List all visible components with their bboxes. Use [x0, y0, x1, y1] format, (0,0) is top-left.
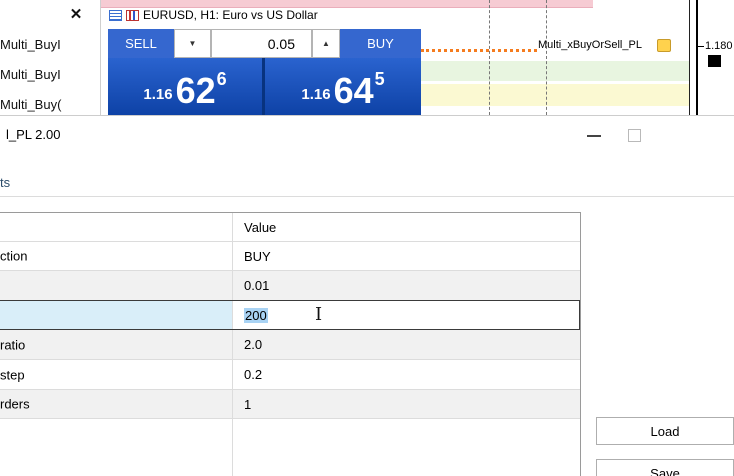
- value-edit-field[interactable]: 200 I: [232, 301, 579, 329]
- list-item[interactable]: Multi_Buy(: [0, 97, 61, 112]
- column-divider: [232, 419, 233, 476]
- row-label-cell[interactable]: ction: [0, 242, 232, 270]
- text-cursor-ibeam: I: [315, 304, 323, 325]
- minimize-button[interactable]: [583, 124, 605, 142]
- save-button[interactable]: Save: [596, 459, 734, 476]
- header-variable-cell: [0, 213, 232, 241]
- list-item[interactable]: Multi_BuyI: [0, 37, 61, 52]
- buy-price-prefix: 1.16: [301, 86, 331, 103]
- table-row: step 0.2: [0, 360, 580, 390]
- selected-text: 200: [244, 307, 268, 323]
- chart-band-yellow: [421, 84, 689, 106]
- close-icon[interactable]: ✕: [58, 1, 94, 26]
- level-line-label: Multi_xBuyOrSell_PL: [538, 39, 642, 51]
- buy-price-box[interactable]: 1.16 64 5: [265, 58, 421, 115]
- list-item[interactable]: Multi_BuyI: [0, 67, 61, 82]
- sell-price-prefix: 1.16: [143, 86, 173, 103]
- volume-input[interactable]: [211, 29, 312, 58]
- volume-up-button[interactable]: ▲: [312, 29, 340, 58]
- tab-inputs[interactable]: ts: [0, 175, 10, 190]
- dialog-title: l_PL 2.00: [6, 127, 61, 142]
- sell-price-box[interactable]: 1.16 62 6: [108, 58, 262, 115]
- row-value-cell[interactable]: 0.2: [232, 360, 580, 389]
- chart-type-icon: [126, 10, 139, 21]
- grid-vline: [546, 0, 547, 115]
- chevron-down-icon: ▼: [188, 39, 197, 48]
- level-line: [421, 49, 537, 52]
- ea-properties-dialog: l_PL 2.00 ts Value ction BUY 0.01 200 I …: [0, 115, 734, 476]
- row-value-cell[interactable]: 1: [232, 390, 580, 418]
- inputs-table: Value ction BUY 0.01 200 I ratio 2.0 ste…: [0, 212, 581, 476]
- header-value-cell: Value: [232, 213, 580, 241]
- row-value-cell[interactable]: BUY: [232, 242, 580, 270]
- table-row: 0.01: [0, 271, 580, 300]
- current-price-marker: [708, 55, 721, 67]
- row-label-cell[interactable]: step: [0, 360, 232, 389]
- indicator-icon: [109, 10, 122, 21]
- table-row: ction BUY: [0, 242, 580, 271]
- axis-line: [696, 0, 698, 115]
- sell-price-point: 6: [216, 69, 227, 89]
- highlight-band: [101, 0, 593, 8]
- sell-price-digits: 62: [175, 70, 216, 112]
- table-header-row: Value: [0, 213, 580, 242]
- table-row: rders 1: [0, 390, 580, 419]
- buy-button[interactable]: BUY: [340, 29, 421, 58]
- axis-tick: [698, 46, 704, 47]
- table-row-editing: 200 I: [0, 300, 580, 330]
- chart-band-green: [421, 61, 689, 81]
- maximize-button[interactable]: [628, 129, 641, 142]
- chart-window: EURUSD, H1: Euro vs US Dollar SELL ▼ ▲ B…: [100, 0, 734, 115]
- chart-title: EURUSD, H1: Euro vs US Dollar: [143, 8, 318, 22]
- row-label-cell[interactable]: [0, 271, 232, 300]
- buy-price-digits: 64: [333, 70, 374, 112]
- grid-vline: [489, 0, 490, 115]
- row-value-cell[interactable]: 2.0: [232, 330, 580, 359]
- price-panel: 1.16 62 6 1.16 64 5: [108, 58, 421, 115]
- screen: ✕ Multi_BuyI Multi_BuyI Multi_Buy( EURUS…: [0, 0, 734, 476]
- volume-dropdown-button[interactable]: ▼: [174, 29, 211, 58]
- row-label-cell[interactable]: [0, 301, 232, 329]
- buy-price-point: 5: [374, 69, 385, 89]
- row-value-cell[interactable]: 0.01: [232, 271, 580, 300]
- load-button[interactable]: Load: [596, 417, 734, 445]
- price-tag-icon: [657, 39, 671, 52]
- tabstrip-divider: [0, 196, 734, 197]
- table-empty-area: [0, 419, 580, 476]
- axis-price-label: 1.180: [705, 40, 733, 52]
- table-row: ratio 2.0: [0, 330, 580, 360]
- axis-line-thin: [689, 0, 690, 115]
- chevron-up-icon: ▲: [322, 39, 330, 48]
- row-label-cell[interactable]: ratio: [0, 330, 232, 359]
- row-label-cell[interactable]: rders: [0, 390, 232, 418]
- sell-button[interactable]: SELL: [108, 29, 174, 58]
- minimize-icon: [587, 135, 601, 137]
